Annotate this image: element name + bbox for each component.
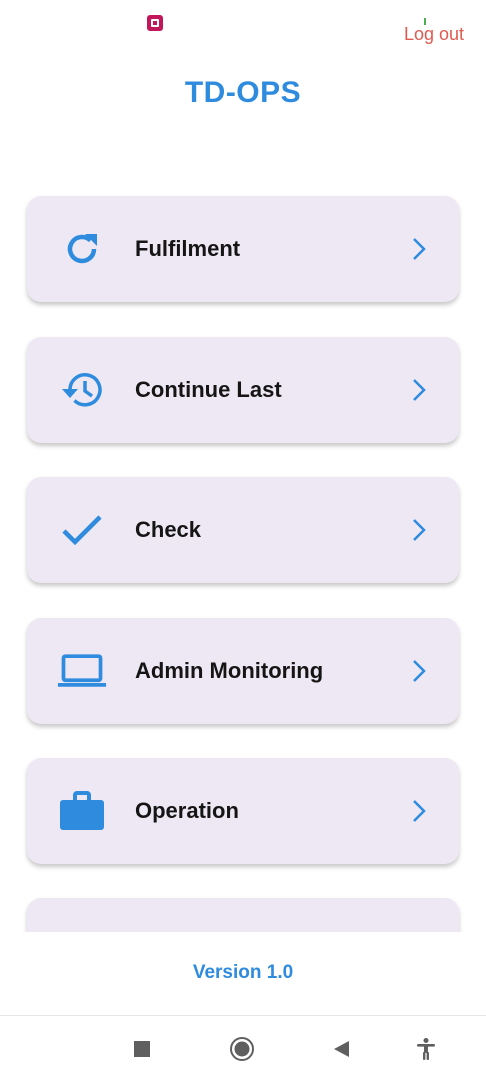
chevron-right-icon — [409, 235, 429, 263]
home-icon[interactable] — [229, 1036, 255, 1062]
menu-item-check[interactable]: Check — [27, 477, 459, 583]
system-navigation-bar — [0, 1015, 486, 1080]
chevron-right-icon — [409, 516, 429, 544]
chevron-right-icon — [409, 797, 429, 825]
menu-item-label: Check — [135, 517, 202, 542]
menu-item-label: Operation — [135, 798, 239, 823]
laptop-icon — [57, 646, 107, 696]
logout-button[interactable]: Log out — [404, 24, 464, 45]
menu-item-admin-monitoring[interactable]: Admin Monitoring — [27, 618, 459, 724]
menu-item-operation[interactable]: Operation — [27, 758, 459, 864]
menu-item-label: Admin Monitoring — [135, 658, 324, 683]
refresh-icon — [57, 224, 107, 274]
scan-icon — [57, 926, 107, 932]
page-title: TD-OPS — [184, 76, 302, 109]
menu-item-partial[interactable] — [27, 898, 459, 932]
checkmark-icon — [57, 505, 107, 555]
recents-icon[interactable] — [129, 1036, 155, 1062]
menu-item-fulfilment[interactable]: Fulfilment — [27, 196, 459, 302]
menu-item-continue-last[interactable]: Continue Last — [27, 337, 459, 443]
menu-item-label: Continue Last — [135, 377, 282, 402]
menu-list: Fulfilment Continue Last Check Admin Mon… — [0, 180, 486, 932]
menu-item-label: Fulfilment — [135, 236, 241, 261]
chevron-right-icon — [409, 376, 429, 404]
accessibility-icon[interactable] — [413, 1036, 439, 1062]
chevron-right-icon — [409, 657, 429, 685]
notification-app-icon — [147, 15, 163, 31]
back-icon[interactable] — [328, 1036, 354, 1062]
screen: Log out TD-OPS Fulfilment Continue Last … — [0, 0, 486, 1080]
history-icon — [57, 365, 107, 415]
briefcase-icon — [57, 786, 107, 836]
version-label: Version 1.0 — [192, 962, 294, 983]
